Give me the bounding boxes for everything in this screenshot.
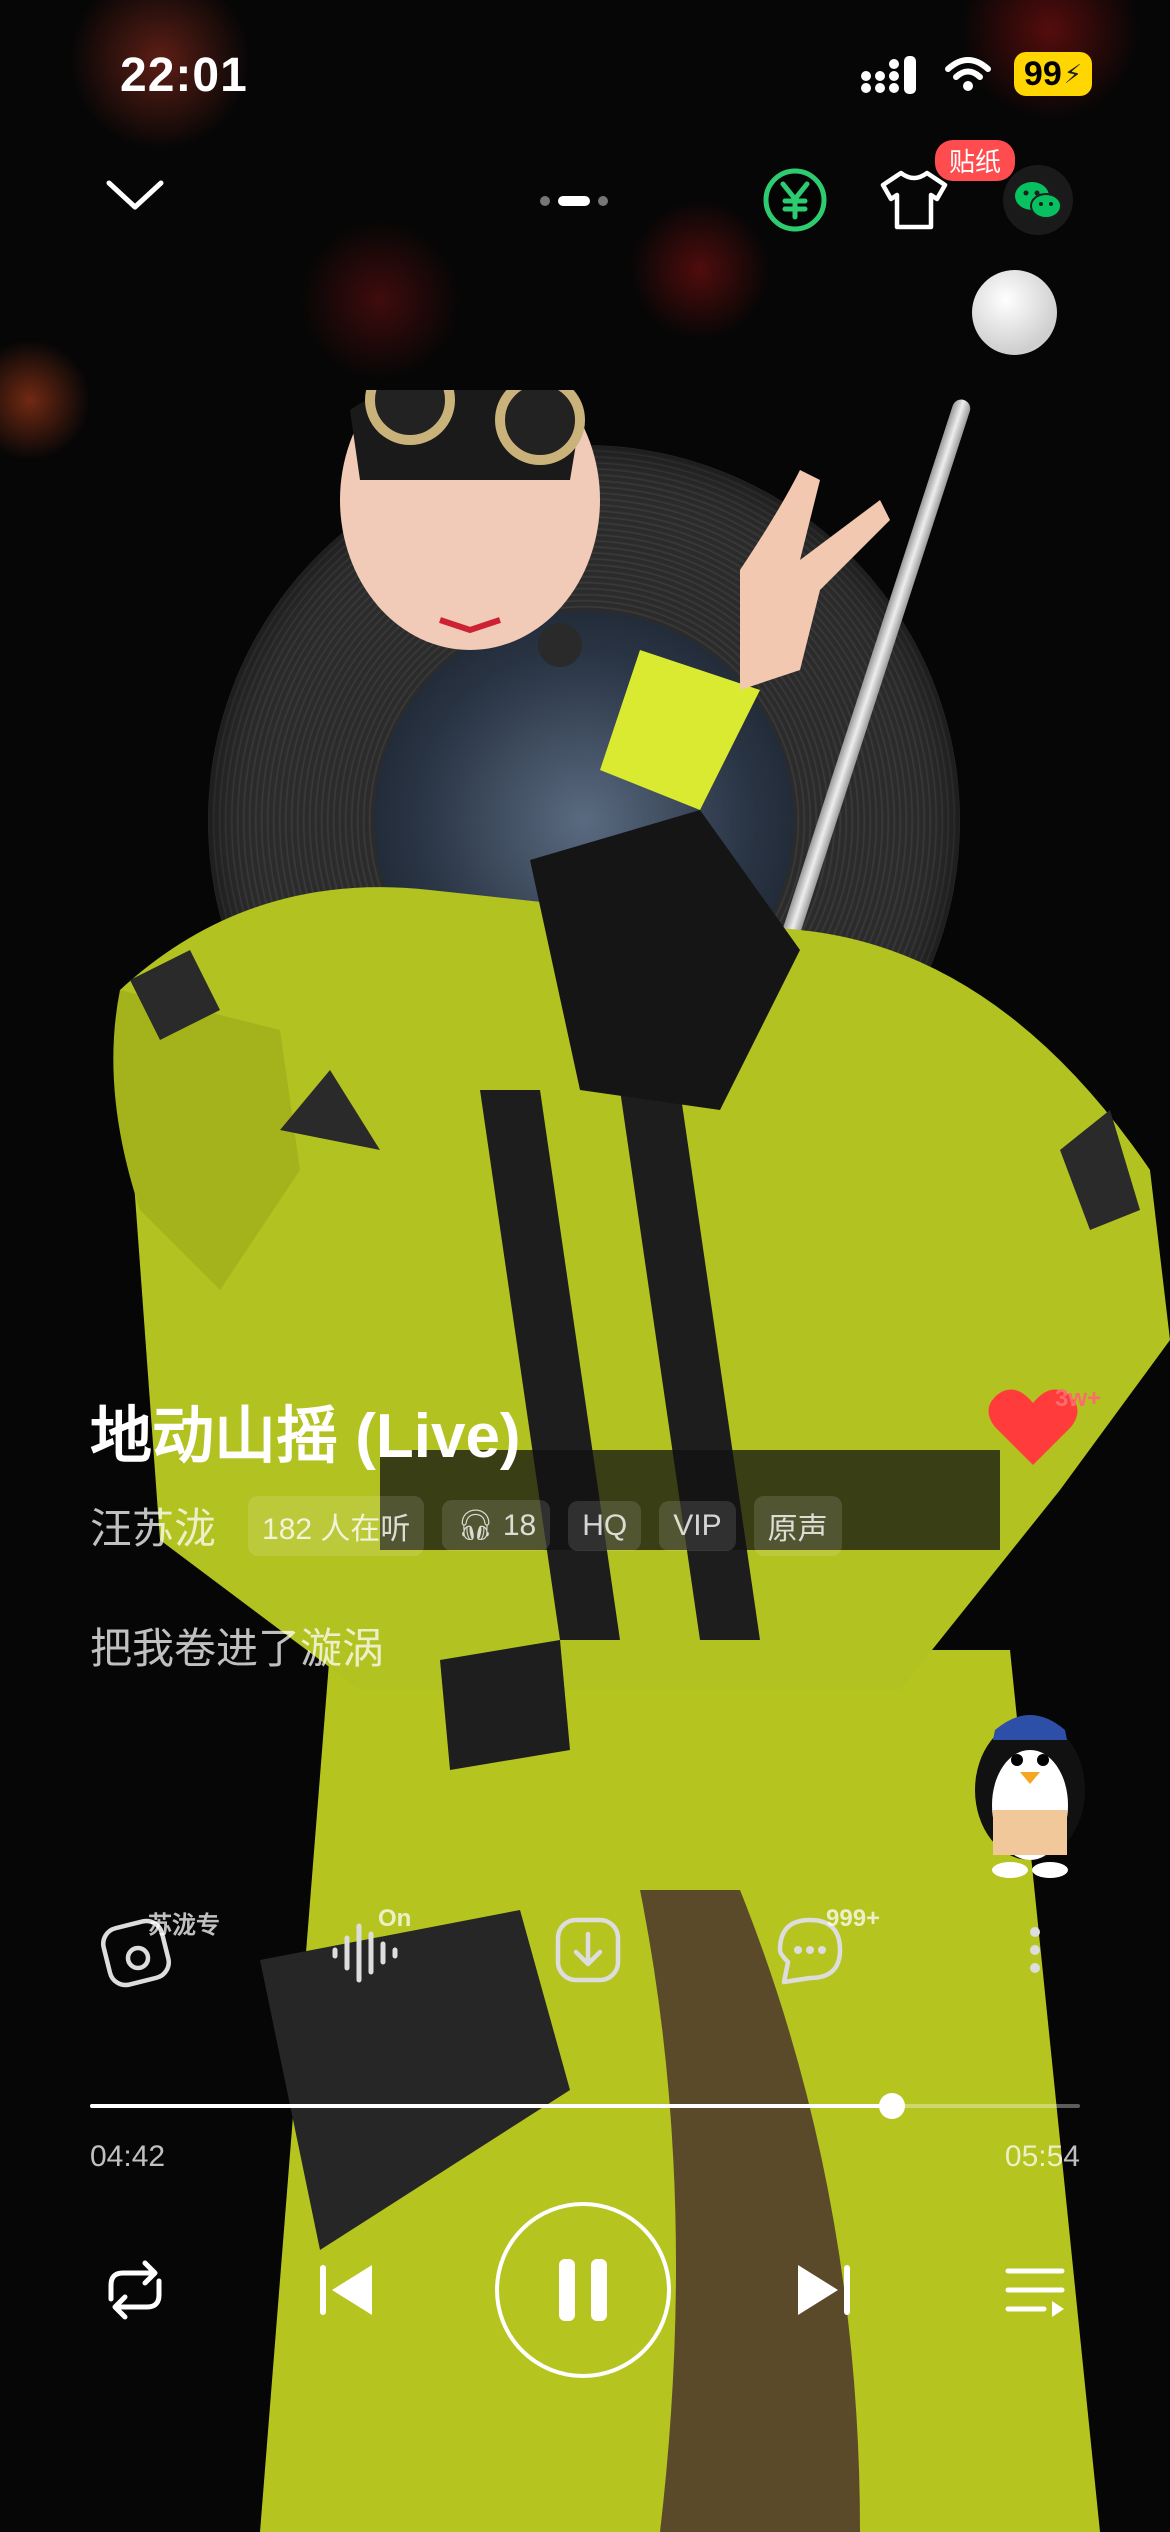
current-time: 04:42 [90, 2140, 166, 2173]
progress-bar[interactable] [90, 2093, 1080, 2119]
headphone-chip[interactable]: 🎧︎ 18 [442, 1500, 551, 1551]
download-button[interactable] [548, 1910, 628, 1990]
total-time: 05:54 [1004, 2140, 1080, 2173]
more-button[interactable] [1000, 1910, 1070, 1990]
penguin-mascot-icon[interactable] [955, 1670, 1105, 1880]
wechat-icon [1015, 182, 1062, 219]
like-count: 3w+ [1055, 1385, 1102, 1412]
status-time: 22:01 [120, 49, 248, 102]
vip-badge[interactable]: VIP [659, 1500, 736, 1551]
skip-previous-icon [320, 2265, 372, 2315]
album-label: 苏泷专 [148, 1912, 220, 1939]
listeners-chip[interactable]: 182 人在听 [248, 1495, 425, 1556]
original-voice-badge[interactable]: 原声 [753, 1495, 842, 1556]
pause-icon [559, 2259, 607, 2321]
previous-button[interactable] [305, 2250, 385, 2330]
quality-badge-hq[interactable]: HQ [568, 1500, 642, 1551]
next-button[interactable] [785, 2250, 865, 2330]
more-vertical-icon [1030, 1927, 1040, 1973]
charging-bolt-icon: ⚡ [1063, 59, 1082, 89]
tonearm-knob[interactable] [972, 270, 1057, 355]
page-dot [598, 196, 608, 206]
page-indicator [540, 196, 608, 206]
page-dot-active [558, 196, 590, 206]
repeat-icon [108, 2260, 162, 2320]
collapse-button[interactable] [100, 170, 170, 220]
song-meta-row: 汪苏泷 182 人在听 🎧︎ 18 HQ VIP 原声 [90, 1495, 842, 1556]
repeat-mode-button[interactable] [95, 2250, 175, 2330]
battery-indicator: 99 ⚡ [1013, 52, 1092, 96]
yuan-circle-icon [763, 168, 827, 232]
progress-knob[interactable] [878, 2093, 905, 2119]
status-icons: 99 ⚡ [860, 52, 1092, 96]
playlist-icon [1005, 2268, 1065, 2317]
song-title: 地动山摇 (Live) [90, 1402, 521, 1471]
sticker-tag: 贴纸 [935, 140, 1016, 181]
playlist-button[interactable] [995, 2250, 1075, 2330]
play-pause-button[interactable] [495, 2202, 671, 2378]
chevron-down-icon [106, 180, 164, 210]
page-dot [540, 196, 550, 206]
progress-fill [90, 2104, 892, 2108]
cellular-signal-icon [860, 56, 916, 94]
download-icon [555, 1917, 621, 1983]
skip-next-icon [798, 2265, 850, 2315]
tshirt-icon [880, 170, 948, 230]
headphone-count: 18 [502, 1509, 537, 1542]
comments-count: 999+ [826, 1905, 881, 1932]
headphone-icon: 🎧︎ [456, 1509, 495, 1542]
current-lyric[interactable]: 把我卷进了漩涡 [90, 1615, 384, 1676]
yuan-vip-button[interactable] [760, 165, 830, 235]
battery-level: 99 [1023, 55, 1062, 93]
wechat-share-button[interactable] [1003, 165, 1073, 235]
wifi-icon [944, 57, 991, 91]
artist-name[interactable]: 汪苏泷 [90, 1495, 216, 1556]
sound-effect-state: On [378, 1905, 412, 1932]
